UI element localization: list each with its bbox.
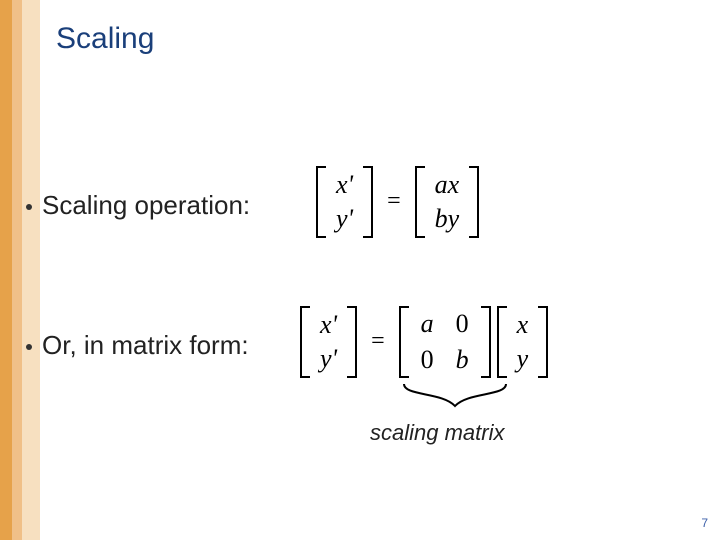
equals-sign: =	[379, 188, 409, 215]
bracket-icon	[347, 306, 357, 378]
cell: x	[517, 308, 529, 342]
cell: ax	[435, 168, 460, 202]
cell: by	[435, 202, 460, 236]
vector-xy: x y	[513, 306, 533, 378]
bullet-icon	[26, 344, 32, 350]
equation-matrix-form: x' y' = a 0 0 b x y	[300, 306, 548, 378]
bracket-icon	[415, 166, 425, 238]
bullet-text: Scaling operation:	[42, 190, 250, 221]
cell: y'	[320, 342, 337, 376]
bracket-icon	[538, 306, 548, 378]
cell: y'	[336, 202, 353, 236]
bracket-icon	[399, 306, 409, 378]
page-number: 7	[701, 516, 708, 530]
scaling-matrix: a 0 0 b	[415, 307, 475, 377]
bullet-icon	[26, 204, 32, 210]
bracket-icon	[469, 166, 479, 238]
equals-sign: =	[363, 328, 393, 355]
bullet-matrix-form: Or, in matrix form:	[26, 330, 249, 361]
cell: 0	[421, 345, 434, 375]
underbrace-icon	[402, 382, 508, 410]
cell: x'	[336, 168, 353, 202]
bullet-text: Or, in matrix form:	[42, 330, 249, 361]
bracket-icon	[363, 166, 373, 238]
equation-scaling-operation: x' y' = ax by	[316, 166, 479, 238]
sidebar-accent	[0, 0, 40, 540]
vector-rhs: ax by	[431, 166, 464, 238]
bullet-scaling-operation: Scaling operation:	[26, 190, 250, 221]
vector-lhs: x' y'	[332, 166, 357, 238]
cell: b	[456, 345, 469, 375]
bracket-icon	[481, 306, 491, 378]
bracket-icon	[497, 306, 507, 378]
vector-lhs: x' y'	[316, 306, 341, 378]
cell: a	[421, 309, 434, 339]
cell: x'	[320, 308, 337, 342]
slide-title: Scaling	[56, 22, 154, 56]
annotation-scaling-matrix: scaling matrix	[370, 420, 504, 446]
bracket-icon	[316, 166, 326, 238]
cell: y	[517, 342, 529, 376]
bracket-icon	[300, 306, 310, 378]
cell: 0	[456, 309, 469, 339]
